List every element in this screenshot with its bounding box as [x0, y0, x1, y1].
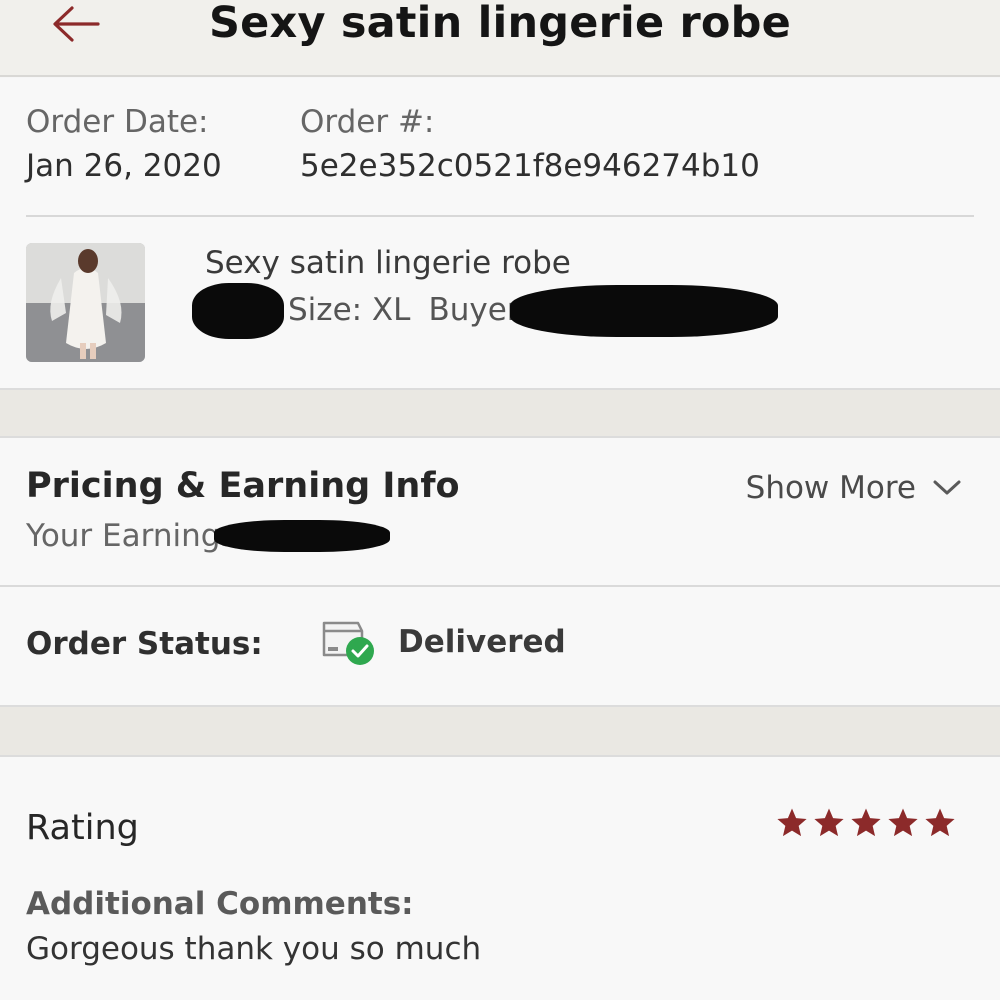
- comments-label: Additional Comments:: [26, 886, 414, 922]
- section-separator: [0, 388, 1000, 438]
- star-icon: [888, 808, 918, 837]
- show-more-button[interactable]: Show More: [746, 470, 962, 506]
- package-delivered-icon: [322, 621, 374, 665]
- product-thumbnail[interactable]: [26, 243, 145, 362]
- redaction-scribble: [192, 283, 284, 339]
- item-size: Size: XL: [288, 292, 411, 328]
- section-separator: [0, 705, 1000, 757]
- rating-heading: Rating: [26, 808, 139, 848]
- order-number-label: Order #:: [300, 104, 435, 140]
- order-date-value: Jan 26, 2020: [26, 148, 222, 184]
- product-photo: [26, 243, 145, 362]
- show-more-label: Show More: [745, 470, 916, 506]
- item-meta: Size: XL Buyer:: [288, 292, 547, 328]
- divider: [26, 215, 974, 217]
- redaction-scribble: [510, 285, 778, 337]
- order-number-value: 5e2e352c0521f8e946274b10: [300, 148, 760, 184]
- page-title: Sexy satin lingerie robe: [209, 0, 791, 48]
- redaction-scribble: [214, 520, 390, 552]
- pricing-heading: Pricing & Earning Info: [26, 466, 460, 506]
- star-icon: [851, 808, 881, 837]
- star-icon: [777, 808, 807, 837]
- item-title[interactable]: Sexy satin lingerie robe: [205, 245, 571, 281]
- star-icon: [925, 808, 955, 837]
- order-date-label: Order Date:: [26, 104, 209, 140]
- comments-text: Gorgeous thank you so much: [26, 931, 482, 967]
- star-icon: [814, 808, 844, 837]
- pricing-section: [0, 438, 1000, 586]
- order-status-label: Order Status:: [26, 626, 263, 662]
- chevron-down-icon: [933, 480, 961, 495]
- order-status-value: Delivered: [398, 624, 566, 660]
- star-rating: [775, 806, 957, 840]
- top-bar: Sexy satin lingerie robe: [0, 0, 1000, 77]
